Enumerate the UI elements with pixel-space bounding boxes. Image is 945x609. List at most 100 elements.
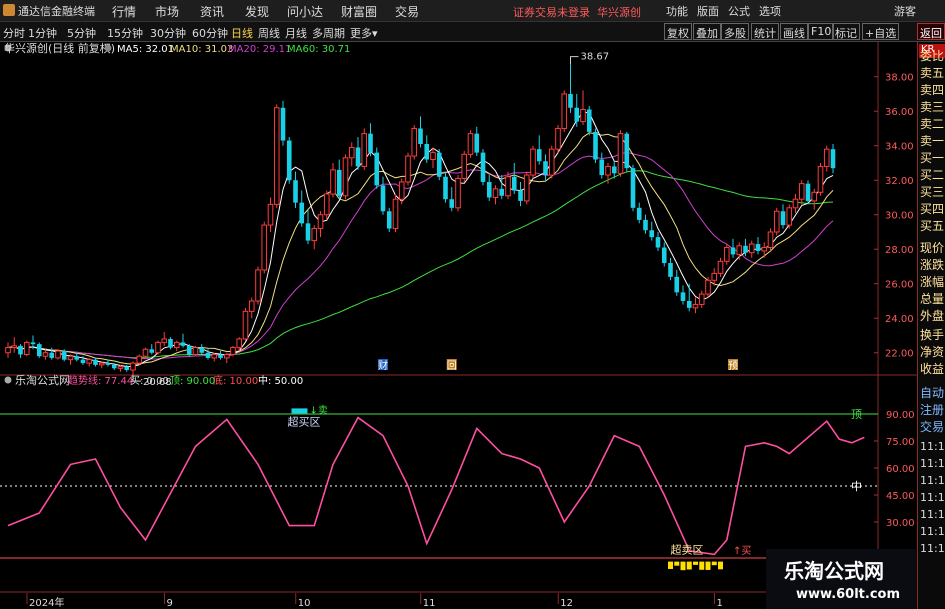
candle-body [467, 133, 474, 155]
draw-button[interactable]: 画线 [780, 23, 808, 40]
oversold-bar [668, 561, 673, 569]
oversold-bar [686, 561, 692, 570]
menu-function[interactable]: 功能 [666, 3, 688, 19]
candle-body [11, 345, 18, 349]
candle-body [267, 203, 274, 226]
add-favorite-button[interactable]: +自选 [862, 23, 900, 40]
candle-body [142, 348, 149, 357]
candle-body [611, 166, 617, 174]
menu-market[interactable]: 市场 [155, 3, 179, 20]
period-30min[interactable]: 30分钟 [150, 25, 186, 41]
period-weekly[interactable]: 周线 [258, 25, 280, 41]
sell-signal-label: ↓卖 [310, 404, 328, 416]
candle-body [117, 366, 124, 369]
f10-button[interactable]: F10 [808, 23, 835, 40]
ma20-line [7, 151, 834, 360]
candle-body [548, 148, 555, 176]
oversold-bar [674, 561, 680, 566]
mark-button[interactable]: 标记 [832, 23, 860, 40]
ind-tick-label: 75.00 [886, 437, 915, 448]
back-button[interactable]: 返回 [917, 23, 945, 40]
candle-body [755, 244, 761, 251]
candle-body [30, 342, 36, 345]
quote-label: 净资 [920, 345, 945, 359]
menu-quotes[interactable]: 行情 [112, 3, 136, 20]
indicator-title: 乐淘公式网 [15, 374, 70, 387]
guest-label[interactable]: 游客 [894, 3, 916, 19]
menu-trade[interactable]: 交易 [395, 3, 419, 20]
indicator-gear-icon[interactable] [4, 376, 12, 384]
mid-line-label: 中 [851, 480, 862, 493]
candle-body [98, 362, 105, 366]
candle-body [186, 345, 192, 355]
menu-options[interactable]: 选项 [759, 3, 781, 19]
stock-chart[interactable]: 22.00 24.00 26.00 28.00 30.00 32.00 34.00 36.00… [0, 42, 917, 609]
period-monthly[interactable]: 月线 [285, 25, 307, 41]
candle-body [536, 149, 542, 162]
period-5min[interactable]: 5分钟 [67, 25, 96, 41]
legend-trend: 趋势线: 77.44 [68, 374, 133, 387]
candle-body [430, 152, 436, 161]
ma10-line [7, 132, 834, 365]
overlay-button[interactable]: 叠加 [693, 23, 721, 40]
quote-label: 买一 [920, 151, 945, 165]
x-tick-label: 9 [167, 598, 173, 609]
top-line-label: 顶 [851, 408, 862, 421]
menu-discover[interactable]: 发现 [245, 3, 269, 20]
period-more[interactable]: 更多▾ [350, 25, 378, 41]
candle-body [80, 359, 86, 364]
period-1min[interactable]: 1分钟 [28, 25, 57, 41]
ind-tick-label: 45.00 [886, 491, 915, 502]
quote-label: 卖二 [920, 117, 945, 131]
quote-label: 收益 [920, 362, 945, 376]
period-60min[interactable]: 60分钟 [192, 25, 228, 41]
candle-body [305, 223, 311, 241]
period-15min[interactable]: 15分钟 [107, 25, 143, 41]
period-intraday[interactable]: 分时 [3, 25, 25, 41]
candle-body [86, 359, 93, 364]
menu-ask[interactable]: 问小达 [287, 3, 323, 20]
auto-trade-link[interactable]: 自动 [920, 384, 944, 401]
ma5-line [7, 111, 834, 367]
quote-sidebar: KR 委比 卖五 卖四 卖三 卖二 卖一 买一 买二 买三 买四 买五 现价 涨… [917, 42, 945, 609]
quote-label: 现价 [920, 241, 945, 255]
period-daily[interactable]: 日线 [231, 25, 253, 41]
candle-body [180, 342, 186, 346]
oversold-bar [693, 561, 698, 565]
period-multi[interactable]: 多周期 [312, 25, 345, 41]
candle-body [323, 193, 330, 216]
oversold-bar [699, 561, 705, 570]
menu-layout[interactable]: 版面 [697, 3, 719, 19]
buy-signal-label: ↑买 [733, 545, 751, 557]
legend-ma5: MA5: 32.01 [117, 44, 174, 55]
candle-body [530, 148, 536, 176]
adjust-button[interactable]: 复权 [664, 23, 692, 40]
candle-body [18, 345, 23, 355]
candle-body [649, 230, 655, 238]
candle-body [55, 350, 61, 359]
legend-ma10: MA10: 31.03 [170, 44, 233, 55]
quote-label: 买三 [920, 185, 945, 199]
ind-tick-label: 60.00 [886, 464, 915, 475]
login-notice[interactable]: 证券交易未登录 华兴源创 [513, 4, 641, 20]
candle-body [630, 168, 636, 208]
ma-toggle-icon[interactable] [104, 44, 112, 52]
oversold-bar [705, 561, 711, 570]
tick-time: 11:16 [920, 508, 945, 521]
menu-wealth[interactable]: 财富圈 [341, 3, 377, 20]
candle-body [223, 353, 230, 359]
candle-body [173, 341, 180, 349]
register-link[interactable]: 注册 [920, 401, 944, 418]
y-tick-label: 38.00 [885, 73, 914, 84]
multi-stock-button[interactable]: 多股 [721, 23, 749, 40]
candle-body [124, 366, 130, 370]
menu-news[interactable]: 资讯 [200, 3, 224, 20]
tick-time: 11:17 [920, 525, 945, 538]
menu-formula[interactable]: 公式 [728, 3, 750, 19]
stats-button[interactable]: 统计 [751, 23, 779, 40]
candle-body [805, 183, 811, 201]
watermark-url: www.60lt.com [796, 587, 901, 602]
candles-layer [5, 64, 836, 376]
trade-link[interactable]: 交易 [920, 418, 944, 435]
candle-body [405, 155, 411, 183]
